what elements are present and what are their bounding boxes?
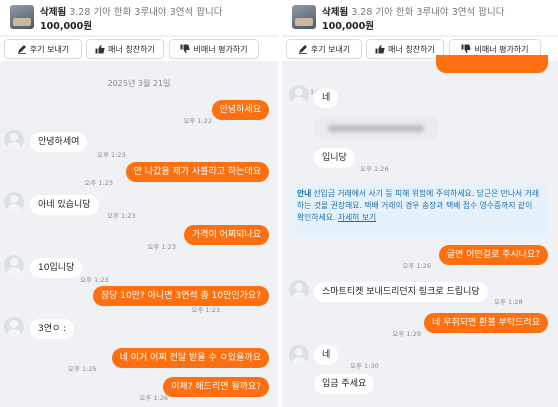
message-time: 오후 1:25 [68, 365, 97, 373]
notice-body: 선입금 거래에서 사기 등 피해 위험에 주의하세요. 당근은 만나서 거래하는… [297, 189, 539, 222]
message-time: 오후 1:22 [183, 117, 212, 125]
item-title: 3.28 기아 한화 3루내야 3연석 팝니다 [351, 7, 505, 18]
item-price: 100,000원 [40, 21, 93, 32]
item-thumbnail [292, 5, 316, 29]
message-received: 네 [314, 345, 339, 365]
message-received: 네 [314, 88, 339, 108]
send-review-label: 후기 보내기 [310, 44, 351, 54]
notice-title: 안내 [297, 189, 312, 198]
message-received: 안녕하세여 [30, 132, 88, 152]
chat-body-right[interactable]: 오후 1:22 네 입니당 오후 1:26 안내 선입금 거래에서 사기 등 피해… [282, 55, 558, 407]
thumbs-up-icon [95, 44, 105, 54]
item-header[interactable]: 삭제됨 3.28 기아 한화 3루내야 3연석 팝니다 100,000원 [282, 0, 558, 35]
profile-avatar-icon [289, 345, 309, 365]
message-received: 입니당 [314, 148, 355, 168]
praise-manner-button[interactable]: 매너 칭찬하기 [366, 39, 444, 59]
message-sent: 이체? 해드리면 될까요? [163, 377, 269, 397]
message-sent: 안 나갔음 제가 사볼라고 하는데요 [125, 162, 269, 182]
message-sent: 네 우취되면 환불 부탁드려요 [424, 313, 548, 333]
message-sent: 가격이 어찌되나요 [183, 225, 269, 245]
profile-avatar-icon [4, 255, 24, 275]
pencil-icon [298, 45, 307, 54]
item-price: 100,000원 [322, 21, 375, 32]
message-time: 오후 1:23 [191, 306, 220, 314]
message-received: 입금 주세요 [314, 374, 375, 394]
item-thumbnail [10, 5, 34, 29]
item-title: 3.28 기아 한화 3루내야 3연석 팝니다 [69, 7, 223, 18]
profile-avatar-icon [4, 317, 24, 337]
message-time: 오후 1:23 [84, 179, 113, 187]
praise-manner-label: 매너 칭찬하기 [108, 44, 155, 54]
report-manner-label: 비매너 평가하기 [474, 44, 529, 54]
thumbs-down-icon [180, 44, 191, 54]
chat-body-left[interactable]: 2025년 3월 21일 안녕하세요 오후 1:22 안녕하세여 오후 1:23… [0, 63, 278, 407]
item-header[interactable]: 삭제됨 3.28 기아 한화 3루내야 3연석 팝니다 100,000원 [0, 0, 278, 35]
chat-panel-right: 삭제됨 3.28 기아 한화 3루내야 3연석 팝니다 100,000원 후기 보… [282, 0, 558, 407]
item-title-row: 삭제됨 3.28 기아 한화 3루내야 3연석 팝니다 [40, 4, 222, 18]
redacted-message [314, 116, 439, 140]
thumbs-up-icon [375, 44, 385, 54]
praise-manner-button[interactable]: 매너 칭찬하기 [86, 39, 164, 59]
report-manner-button[interactable]: 비매너 평가하기 [169, 39, 259, 59]
send-review-button[interactable]: 후기 보내기 [286, 39, 362, 59]
message-time: 오후 1:30 [350, 362, 379, 370]
message-sent: 장당 10만? 아니면 3연석 총 10만인가요? [92, 286, 269, 306]
chat-panel-left: 삭제됨 3.28 기아 한화 3루내야 3연석 팝니다 100,000원 후기 보… [0, 0, 278, 407]
message-sent: 글면 어떤걸로 주시나요? [438, 245, 548, 265]
message-time: 오후 1:23 [97, 151, 126, 159]
message-sent: 안녕하세요 [211, 100, 269, 120]
pencil-icon [17, 45, 26, 54]
item-title-row: 삭제됨 3.28 기아 한화 3루내야 3연석 팝니다 [322, 4, 504, 18]
send-review-button[interactable]: 후기 보내기 [4, 39, 82, 59]
message-sent: 네 이거 어찌 전달 받을 수 ㅇ있을까요 [111, 348, 269, 368]
safety-notice: 안내 선입금 거래에서 사기 등 피해 위험에 주의하세요. 당근은 만나서 거래… [290, 183, 548, 237]
report-manner-label: 비매너 평가하기 [193, 44, 248, 54]
message-time: 오후 1:23 [107, 212, 136, 220]
message-time: 오후 1:28 [494, 298, 523, 306]
message-received: 스마트티켓 보내드리던지 링크로 드립니당 [314, 282, 488, 302]
profile-avatar-icon [289, 280, 309, 300]
thumbs-down-icon [461, 44, 472, 54]
message-received: 10입니당 [30, 258, 83, 278]
message-time: 오후 1:23 [80, 276, 109, 284]
message-received: 3연ㅇ : [30, 319, 75, 339]
profile-avatar-icon [4, 130, 24, 150]
profile-avatar-icon [4, 192, 24, 212]
seller-name: 삭제됨 [322, 7, 349, 18]
action-bar: 후기 보내기 매너 칭찬하기 비매너 평가하기 [0, 37, 278, 61]
praise-manner-label: 매너 칭찬하기 [388, 44, 435, 54]
screenshot-pair: 삭제됨 3.28 기아 한화 3루내야 3연석 팝니다 100,000원 후기 보… [0, 0, 558, 407]
send-review-label: 후기 보내기 [29, 44, 70, 54]
message-received: 아네 있습니당 [30, 195, 99, 215]
message-time: 오후 1:26 [402, 262, 431, 270]
message-time: 오후 1:26 [139, 394, 168, 402]
message-time: 오후 1:26 [360, 165, 389, 173]
date-divider: 2025년 3월 21일 [107, 79, 171, 88]
message-sent-cropped [436, 55, 548, 73]
profile-avatar-icon [289, 85, 309, 105]
message-time: 오후 1:29 [392, 330, 421, 338]
seller-name: 삭제됨 [40, 7, 67, 18]
message-time: 오후 1:23 [147, 243, 176, 251]
notice-more-link[interactable]: 자세히 보기 [338, 213, 376, 222]
